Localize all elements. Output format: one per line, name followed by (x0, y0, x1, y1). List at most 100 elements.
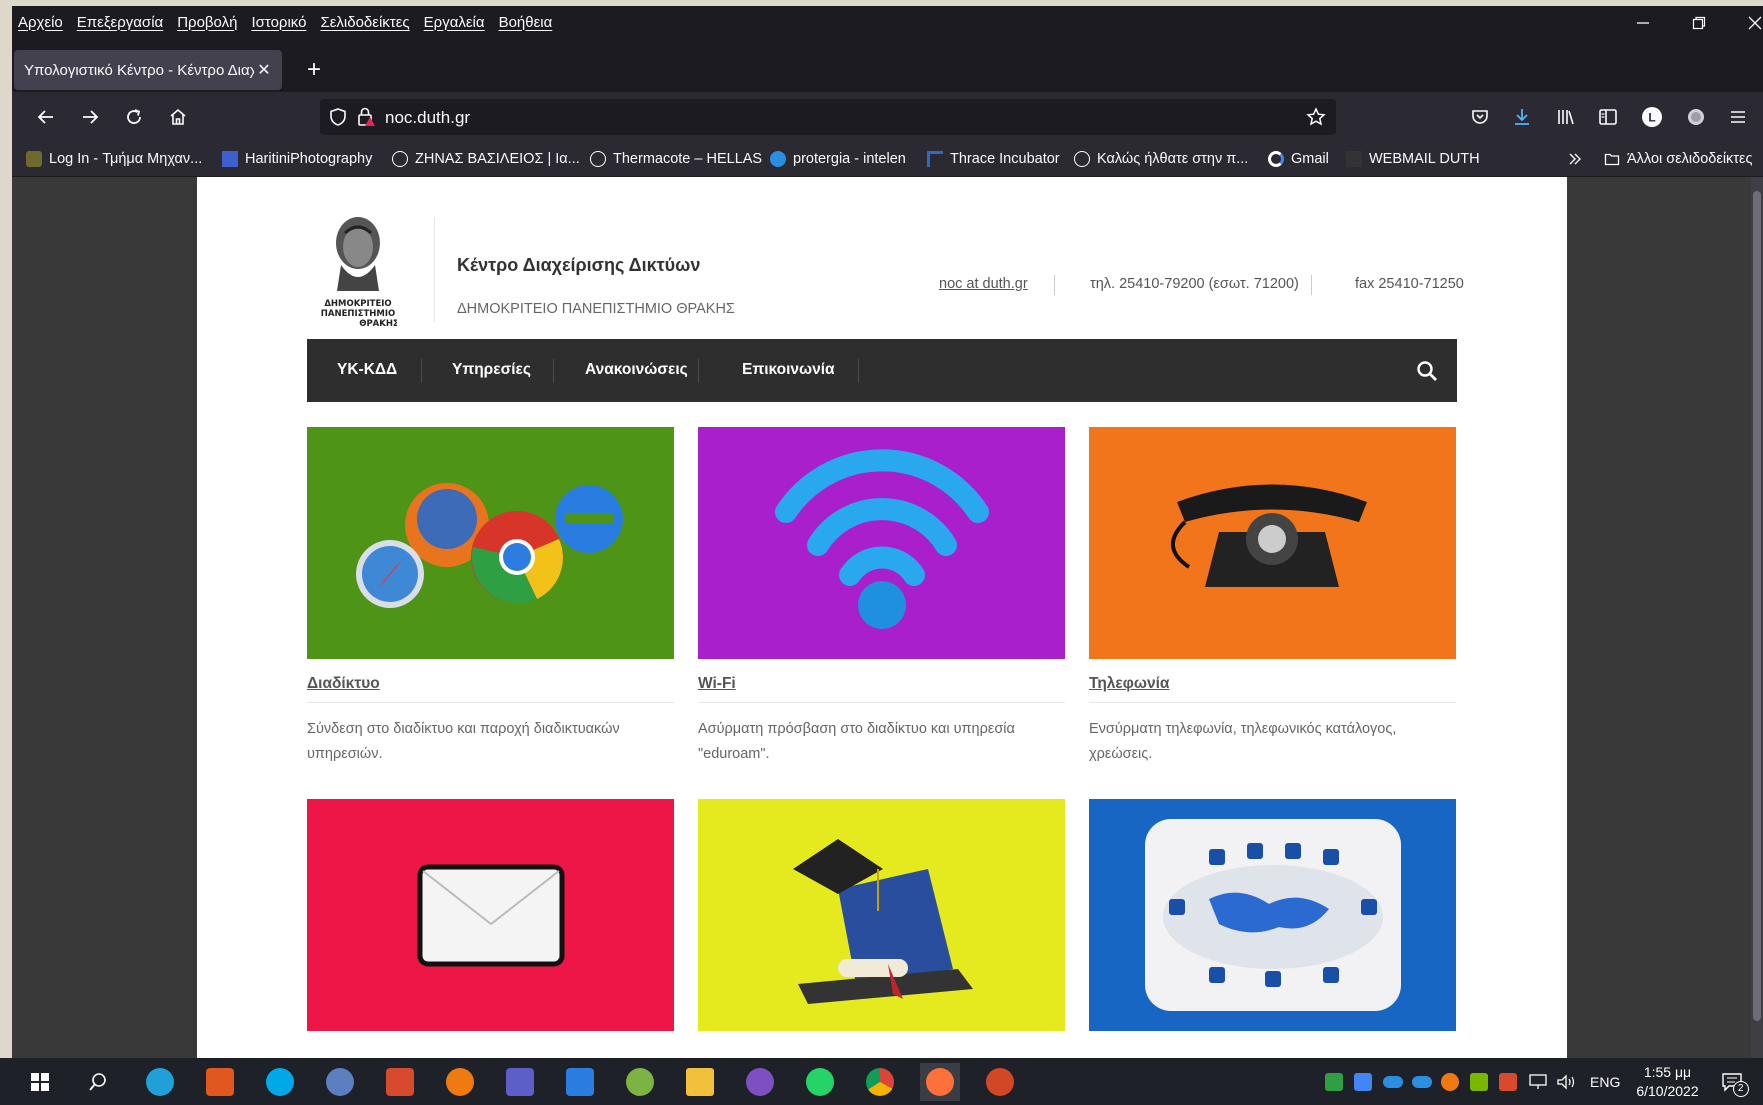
nav-item-services[interactable]: Υπηρεσίες (452, 361, 531, 379)
card-title[interactable]: Διαδίκτυο (307, 675, 380, 693)
taskbar-app[interactable] (560, 1063, 600, 1101)
clock[interactable]: 1:55 μμ 6/10/2022 (1636, 1063, 1698, 1101)
reload-button[interactable] (116, 99, 152, 135)
email-link[interactable]: noc at duth.gr (939, 276, 1028, 292)
input-language[interactable]: ENG (1590, 1074, 1620, 1090)
pocket-button[interactable] (1462, 99, 1498, 135)
service-card-wifi: Wi-Fi Ασύρματη πρόσβαση στο διαδίκτυο κα… (698, 427, 1065, 762)
wifi-icon (775, 449, 989, 629)
menu-help[interactable]: Βοήθεια (499, 14, 553, 31)
teleconference-image[interactable] (1089, 799, 1456, 1031)
taskbar-viber[interactable] (740, 1063, 780, 1101)
email-image[interactable] (307, 799, 674, 1031)
bookmark-item[interactable]: Log In - Τμήμα Μηχαν... (26, 147, 202, 171)
close-window-button[interactable] (1727, 6, 1763, 40)
nav-item-yk-kdd[interactable]: ΥΚ-ΚΔΔ (337, 361, 397, 379)
tab-active[interactable]: Υπολογιστικό Κέντρο - Κέντρο Διαχ ✕ (14, 50, 282, 90)
cloud-icon[interactable] (1412, 1075, 1432, 1088)
taskbar-teams[interactable] (500, 1063, 540, 1101)
menu-bookmarks[interactable]: Σελιδοδείκτες (320, 14, 409, 31)
skype-icon (266, 1068, 294, 1096)
search-icon[interactable] (1416, 360, 1438, 382)
taskbar-skype[interactable] (260, 1063, 300, 1101)
menu-edit[interactable]: Επεξεργασία (77, 14, 163, 31)
university-logo[interactable]: ΔΗΜΟΚΡΙΤΕΙΟ ΠΑΝΕΠΙΣΤΗΜΙΟ ΘΡΑΚΗΣ (319, 213, 399, 329)
menu-tools[interactable]: Εργαλεία (424, 14, 485, 31)
menu-view[interactable]: Προβολή (177, 14, 237, 31)
home-button[interactable] (160, 99, 196, 135)
url-text[interactable]: noc.duth.gr (385, 108, 470, 128)
card-divider (1089, 702, 1456, 703)
other-bookmarks-folder[interactable]: Άλλοι σελιδοδείκτες (1604, 147, 1752, 171)
notifications-button[interactable]: 2 (1721, 1071, 1749, 1097)
bookmark-item[interactable]: Καλώς ήλθατε στην π... (1074, 147, 1248, 171)
nav-item-announcements[interactable]: Ανακοινώσεις (585, 361, 688, 379)
taskbar-file-explorer[interactable] (680, 1063, 720, 1101)
app-icon[interactable] (1499, 1072, 1517, 1091)
nvidia-icon[interactable] (1470, 1072, 1488, 1091)
page-scrollbar[interactable] (1751, 177, 1763, 1058)
bookmark-item[interactable]: WEBMAIL DUTH (1346, 147, 1480, 171)
restore-button[interactable] (1671, 6, 1727, 40)
account-button[interactable]: L (1634, 99, 1670, 135)
nav-item-contact[interactable]: Επικοινωνία (742, 361, 835, 379)
menu-file[interactable]: Αρχείο (18, 14, 63, 31)
bookmark-item[interactable]: HaritiniPhotography (222, 147, 372, 171)
star-icon[interactable] (1306, 107, 1326, 127)
taskbar-r[interactable] (320, 1063, 360, 1101)
drive-icon[interactable] (1354, 1072, 1372, 1091)
security-icon[interactable] (1325, 1072, 1343, 1091)
wifi-image[interactable] (698, 427, 1065, 659)
taskbar-qgis[interactable] (620, 1063, 660, 1101)
card-description: Ενσύρματη τηλεφωνία, τηλεφωνικός κατάλογ… (1089, 721, 1397, 762)
forward-button[interactable] (72, 99, 108, 135)
bookmark-item[interactable]: Gmail (1268, 147, 1329, 171)
internet-image[interactable] (307, 427, 674, 659)
menu-history[interactable]: Ιστορικό (251, 14, 306, 31)
nav-divider (421, 359, 422, 383)
site-title[interactable]: Κέντρο Διαχείρισης Δικτύων (457, 255, 700, 276)
sidebar-button[interactable] (1590, 99, 1626, 135)
taskbar-edge[interactable] (140, 1063, 180, 1101)
app-icon[interactable] (1441, 1072, 1459, 1091)
taskbar-whatsapp[interactable] (800, 1063, 840, 1101)
contact-divider (1054, 275, 1055, 295)
taskbar-matlab[interactable] (200, 1063, 240, 1101)
shield-icon[interactable] (328, 107, 348, 127)
whatsapp-icon (806, 1068, 834, 1096)
pocket-icon (1472, 110, 1488, 124)
globe-icon (590, 151, 606, 167)
taskbar-powerpoint[interactable] (980, 1063, 1020, 1101)
card-divider (307, 702, 674, 703)
volume-icon[interactable] (1556, 1073, 1578, 1091)
taskbar-search-button[interactable] (78, 1063, 118, 1101)
card-title[interactable]: Τηλεφωνία (1089, 675, 1169, 693)
taskbar-headset[interactable] (440, 1063, 480, 1101)
header-divider (434, 217, 435, 322)
bookmark-item[interactable]: ΖΗΝΑΣ ΒΑΣΙΛΕΙΟΣ | Ια... (392, 147, 580, 171)
tab-close-icon[interactable]: ✕ (254, 60, 274, 80)
network-icon[interactable] (1528, 1073, 1548, 1091)
bookmark-item[interactable]: Thermacote – HELLAS (590, 147, 762, 171)
taskbar-app[interactable] (380, 1063, 420, 1101)
library-button[interactable] (1548, 99, 1584, 135)
extension-button[interactable] (1678, 99, 1714, 135)
minimize-button[interactable] (1615, 6, 1671, 40)
bookmarks-overflow-button[interactable] (1567, 147, 1583, 171)
elearning-image[interactable] (698, 799, 1065, 1031)
downloads-button[interactable] (1504, 99, 1540, 135)
back-button[interactable] (28, 99, 64, 135)
bookmark-item[interactable]: protergia - intelen (770, 147, 906, 171)
cloud-icon[interactable] (1383, 1075, 1403, 1088)
new-tab-button[interactable]: + (296, 52, 332, 88)
url-bar[interactable]: noc.duth.gr (320, 99, 1336, 135)
telephone-image[interactable] (1089, 427, 1456, 659)
bookmark-item[interactable]: Thrace Incubator (927, 147, 1060, 171)
card-title[interactable]: Wi-Fi (698, 675, 736, 693)
app-menu-button[interactable] (1720, 99, 1756, 135)
taskbar-chrome[interactable] (860, 1063, 900, 1101)
lock-warning-icon[interactable] (356, 106, 376, 128)
start-button[interactable] (20, 1063, 60, 1101)
taskbar-firefox[interactable] (920, 1063, 960, 1101)
scroll-thumb[interactable] (1753, 191, 1761, 1021)
